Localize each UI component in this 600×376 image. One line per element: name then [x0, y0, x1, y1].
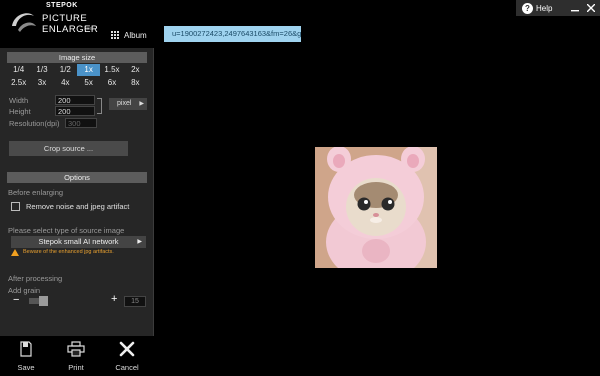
- image-preview[interactable]: [315, 147, 437, 268]
- remove-noise-label: Remove noise and jpeg artifact: [26, 202, 130, 211]
- scale-option[interactable]: 1.5x: [100, 64, 123, 76]
- window-controls: ? Help: [516, 0, 600, 16]
- close-icon[interactable]: [585, 2, 597, 14]
- width-field[interactable]: 200: [55, 95, 95, 105]
- printer-icon: [58, 338, 94, 360]
- scale-row-2: 2.5x 3x 4x 5x 6x 8x: [7, 77, 147, 89]
- scale-option[interactable]: 1/3: [30, 64, 53, 76]
- resolution-label: Resolution(dpi): [9, 119, 60, 128]
- height-label: Height: [9, 107, 31, 116]
- resolution-field[interactable]: 300: [65, 118, 97, 128]
- width-label: Width: [9, 96, 29, 105]
- save-label: Save: [17, 363, 35, 372]
- album-button[interactable]: Album: [111, 28, 147, 42]
- triangle-down-icon: ▶: [137, 239, 142, 245]
- top-bar: STEPOK PICTURE ENLARGER best Album u=190…: [0, 0, 600, 48]
- crop-source-button[interactable]: Crop source ...: [9, 141, 128, 156]
- help-button[interactable]: ? Help: [522, 2, 553, 14]
- cancel-button[interactable]: Cancel: [109, 338, 145, 372]
- help-label: Help: [536, 3, 553, 13]
- help-icon: ?: [522, 2, 533, 14]
- remove-noise-checkbox[interactable]: [11, 202, 20, 211]
- source-type-select[interactable]: Stepok small AI network ▶: [11, 236, 146, 248]
- scale-option[interactable]: 5x: [77, 77, 100, 89]
- cancel-label: Cancel: [115, 363, 139, 372]
- grain-decrease-button[interactable]: −: [13, 295, 19, 306]
- after-processing-label: After processing: [8, 274, 63, 283]
- scale-option[interactable]: 2x: [124, 64, 147, 76]
- logo-brand: STEPOK: [46, 2, 78, 9]
- warning-text: Beware of the enhanced jpg artifacts.: [23, 249, 114, 255]
- unit-value: pixel: [117, 100, 132, 107]
- scale-option[interactable]: 6x: [100, 77, 123, 89]
- logo-swirl-icon: [12, 13, 36, 32]
- print-label: Print: [68, 363, 84, 372]
- print-button[interactable]: Print: [58, 338, 94, 372]
- scale-option[interactable]: 3x: [30, 77, 53, 89]
- options-header: Options: [7, 172, 147, 183]
- logo-subtitle: best: [84, 26, 94, 32]
- cat-photo: [315, 147, 437, 268]
- before-enlarging-label: Before enlarging: [8, 188, 64, 197]
- file-tab[interactable]: u=1900272423,2497643163&fm=26&gp=0: [164, 26, 301, 42]
- image-size-header: Image size: [7, 52, 147, 63]
- grain-value[interactable]: 15: [124, 296, 146, 307]
- grid-icon: [111, 30, 120, 40]
- source-type-label: Please select type of source image: [8, 226, 125, 235]
- grain-increase-button[interactable]: +: [111, 294, 117, 305]
- cancel-icon: [109, 338, 145, 360]
- height-field[interactable]: 200: [55, 106, 95, 116]
- slider-thumb[interactable]: [39, 296, 48, 306]
- aspect-lock-bracket[interactable]: [97, 98, 102, 114]
- minimize-icon[interactable]: [569, 2, 581, 14]
- scale-row-1: 1/4 1/3 1/2 1x 1.5x 2x: [7, 64, 147, 76]
- save-icon: [8, 338, 44, 360]
- scale-option[interactable]: 2.5x: [7, 77, 30, 89]
- scale-option[interactable]: 4x: [54, 77, 77, 89]
- scale-option[interactable]: 1x: [76, 64, 101, 76]
- scale-option[interactable]: 1/2: [54, 64, 77, 76]
- warning-icon: [11, 249, 19, 256]
- bottom-toolbar: Save Print Cancel: [0, 336, 154, 376]
- unit-select[interactable]: pixel ▶: [109, 98, 147, 110]
- scale-option[interactable]: 8x: [124, 77, 147, 89]
- album-label: Album: [124, 30, 147, 40]
- source-type-value: Stepok small AI network: [38, 237, 119, 246]
- triangle-down-icon: ▶: [139, 101, 144, 107]
- grain-slider[interactable]: [29, 296, 48, 306]
- app-logo: STEPOK PICTURE ENLARGER best: [4, 2, 124, 42]
- scale-option[interactable]: 1/4: [7, 64, 30, 76]
- save-button[interactable]: Save: [8, 338, 44, 372]
